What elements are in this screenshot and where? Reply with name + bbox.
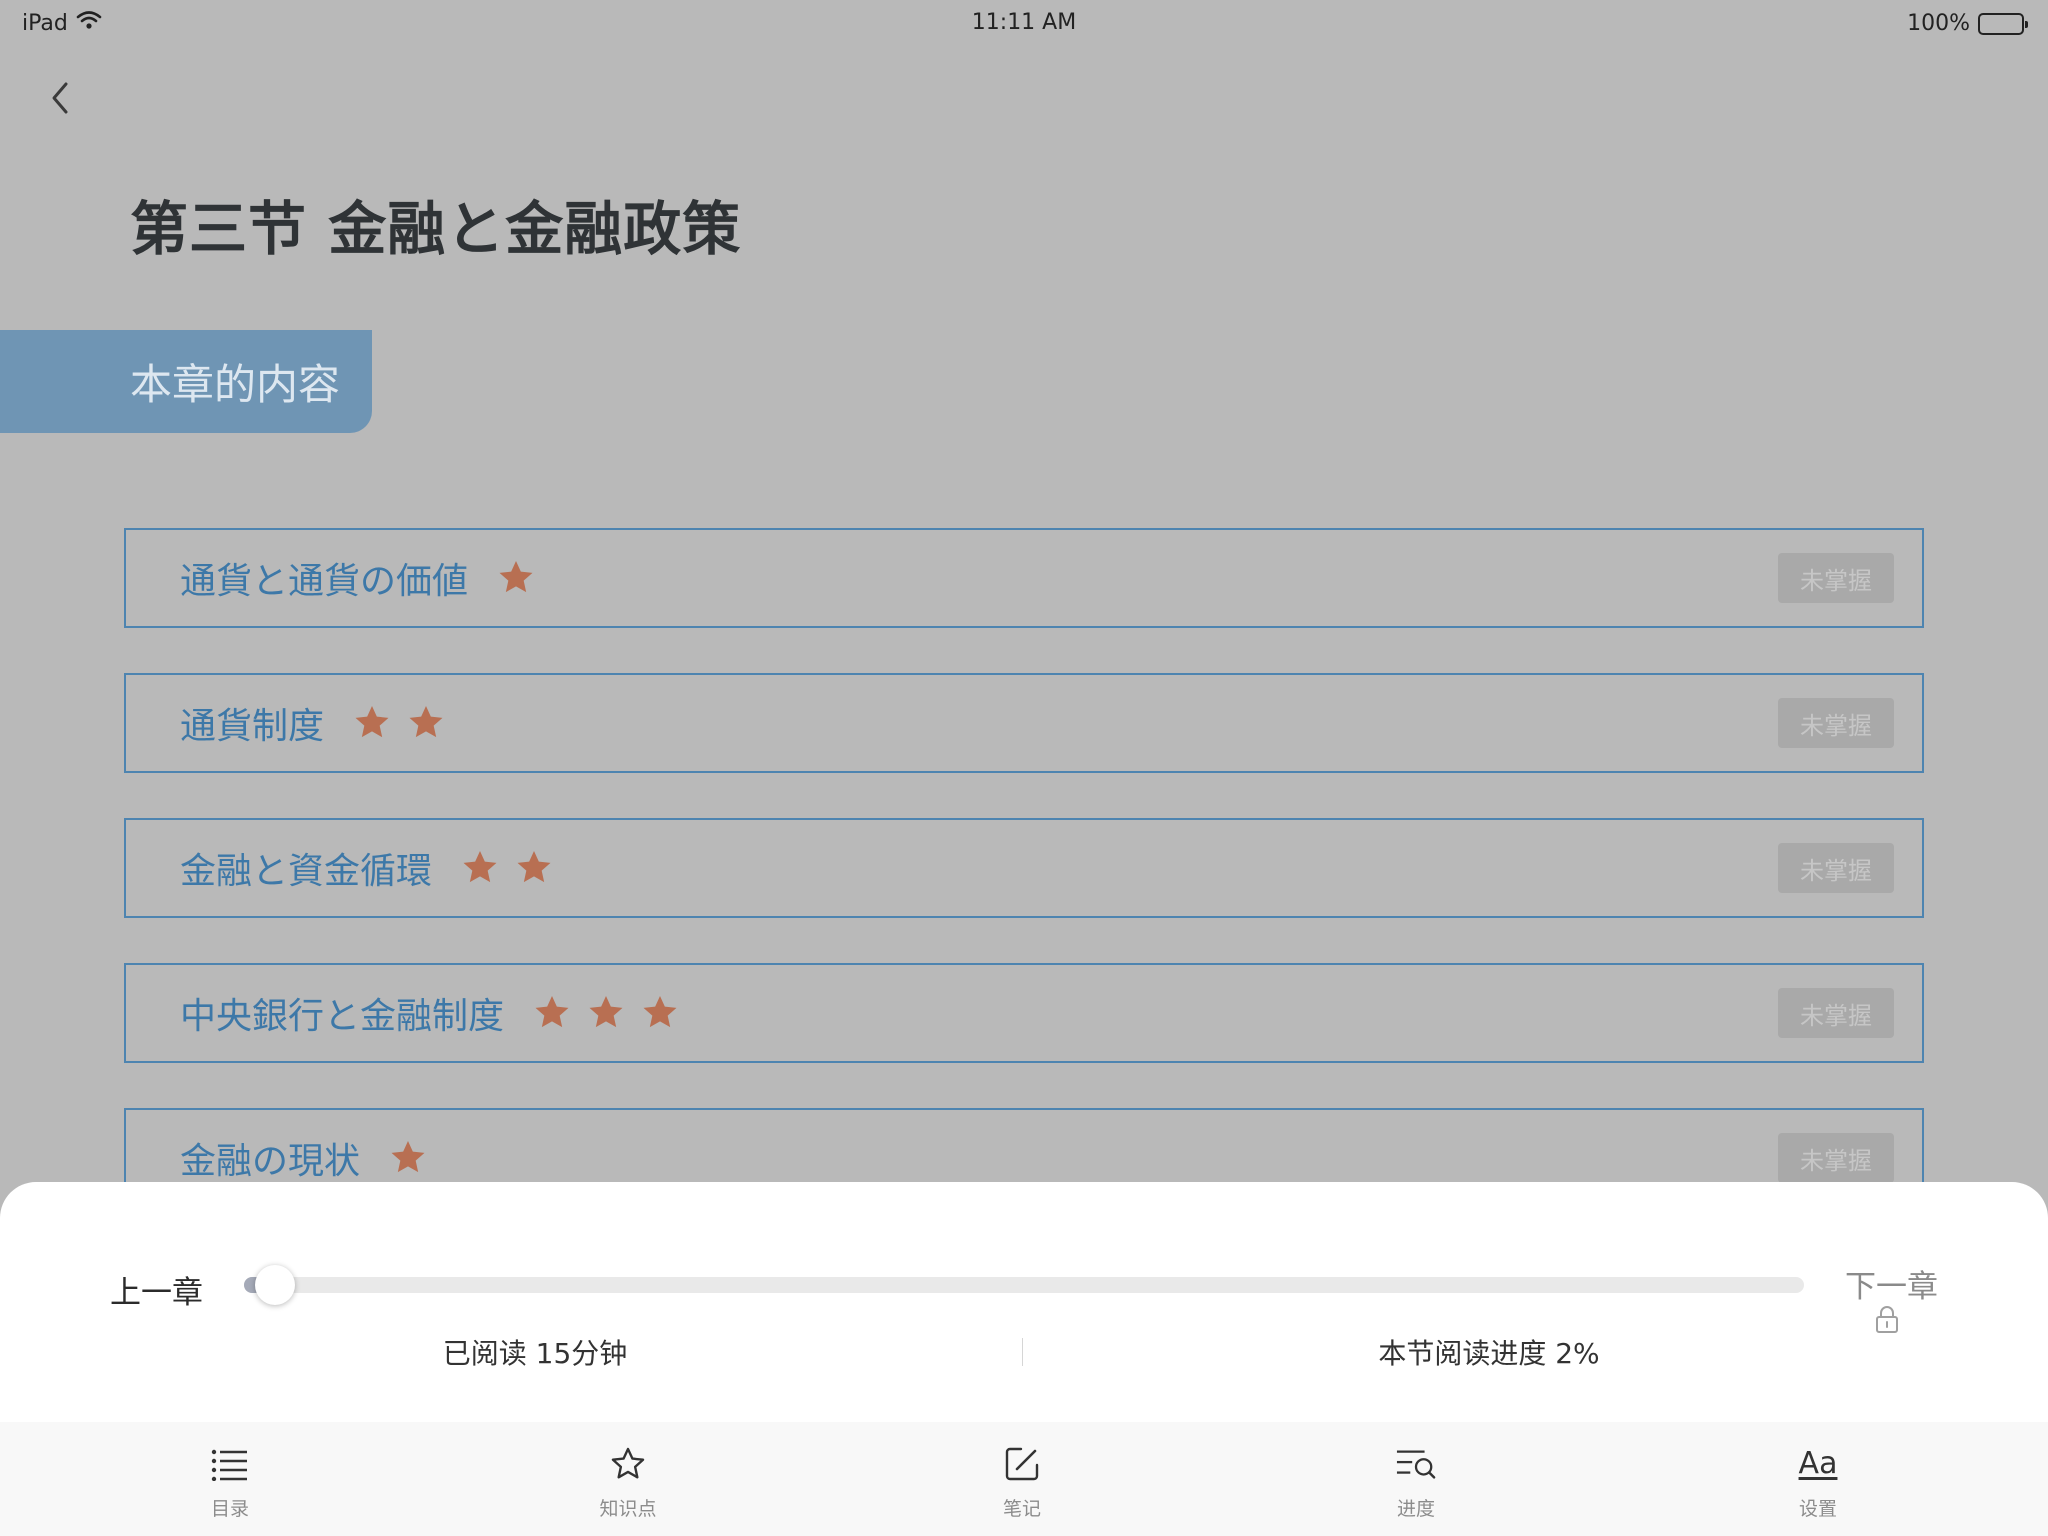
status-time: 11:11 AM bbox=[971, 10, 1077, 35]
star-outline-icon bbox=[608, 1444, 648, 1484]
lock-icon bbox=[1876, 1306, 1898, 1333]
tab-contents[interactable]: 目录 bbox=[150, 1422, 310, 1536]
tab-label: 设置 bbox=[1798, 1498, 1837, 1520]
prev-chapter-button[interactable]: 上一章 bbox=[110, 1267, 203, 1312]
status-right: 100% bbox=[1907, 11, 2028, 36]
search-list-icon bbox=[1396, 1444, 1436, 1484]
status-badge[interactable]: 未掌握 bbox=[1778, 988, 1894, 1038]
font-size-glyph: Aa bbox=[1798, 1446, 1838, 1481]
star-icon bbox=[589, 996, 623, 1028]
topic-label: 中央銀行と金融制度 bbox=[180, 996, 505, 1037]
tab-notes[interactable]: 笔记 bbox=[942, 1422, 1102, 1536]
star-icon bbox=[355, 706, 389, 738]
importance-stars bbox=[460, 848, 554, 888]
topic-item[interactable]: 通貨と通貨の価値 未掌握 bbox=[124, 528, 1924, 628]
tab-progress[interactable]: 进度 bbox=[1336, 1422, 1496, 1536]
chevron-left-icon bbox=[52, 82, 68, 114]
importance-stars bbox=[496, 558, 536, 598]
tab-bar: 目录 知识点 笔记 进度 Aa 设置 bbox=[0, 1422, 2048, 1536]
topic-item[interactable]: 金融と資金循環 未掌握 bbox=[124, 818, 1924, 918]
status-badge[interactable]: 未掌握 bbox=[1778, 698, 1894, 748]
next-chapter-button[interactable]: 下一章 bbox=[1845, 1261, 1938, 1306]
section-progress: 本节阅读进度 2% bbox=[1378, 1337, 1600, 1370]
page-title: 第三节 金融と金融政策 bbox=[130, 195, 742, 263]
section-tab-label: 本章的内容 bbox=[130, 360, 341, 409]
topic-label: 金融の現状 bbox=[180, 1141, 361, 1182]
star-icon bbox=[499, 561, 533, 593]
topic-item[interactable]: 中央銀行と金融制度 未掌握 bbox=[124, 963, 1924, 1063]
status-badge[interactable]: 未掌握 bbox=[1778, 1133, 1894, 1183]
section-tab[interactable]: 本章的内容 bbox=[0, 330, 372, 433]
battery-icon bbox=[1978, 12, 2028, 35]
list-icon bbox=[210, 1444, 250, 1484]
progress-thumb[interactable] bbox=[255, 1265, 296, 1305]
tab-label: 笔记 bbox=[1002, 1498, 1041, 1520]
font-size-icon: Aa bbox=[1798, 1444, 1838, 1484]
reading-time: 已阅读 15分钟 bbox=[442, 1337, 628, 1370]
tab-settings[interactable]: Aa 设置 bbox=[1738, 1422, 1898, 1536]
importance-stars bbox=[532, 993, 680, 1033]
tab-label: 知识点 bbox=[599, 1498, 657, 1520]
back-button[interactable] bbox=[38, 76, 82, 120]
star-icon bbox=[517, 851, 551, 883]
star-icon bbox=[463, 851, 497, 883]
tab-label: 目录 bbox=[210, 1498, 249, 1520]
status-bar: iPad 11:11 AM 100% bbox=[0, 0, 2048, 46]
topic-label: 通貨と通貨の価値 bbox=[180, 561, 469, 602]
battery-percent: 100% bbox=[1907, 11, 1970, 36]
status-badge[interactable]: 未掌握 bbox=[1778, 843, 1894, 893]
edit-note-icon bbox=[1002, 1444, 1042, 1484]
status-badge[interactable]: 未掌握 bbox=[1778, 553, 1894, 603]
star-icon bbox=[391, 1141, 425, 1173]
tab-label: 进度 bbox=[1396, 1498, 1435, 1520]
importance-stars bbox=[352, 703, 446, 743]
importance-stars bbox=[388, 1138, 428, 1178]
stat-divider bbox=[1022, 1338, 1023, 1366]
star-icon bbox=[409, 706, 443, 738]
tab-knowledge-points[interactable]: 知识点 bbox=[548, 1422, 708, 1536]
star-icon bbox=[643, 996, 677, 1028]
star-icon bbox=[535, 996, 569, 1028]
topic-label: 金融と資金循環 bbox=[180, 851, 433, 892]
topic-label: 通貨制度 bbox=[180, 706, 325, 747]
progress-slider[interactable] bbox=[244, 1265, 1804, 1305]
topic-item[interactable]: 通貨制度 未掌握 bbox=[124, 673, 1924, 773]
